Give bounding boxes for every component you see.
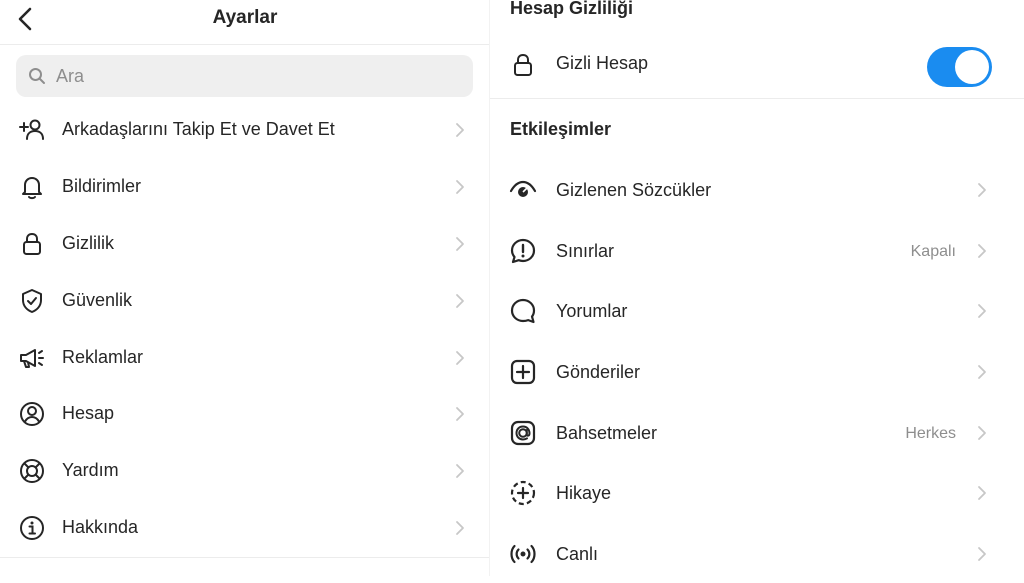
section-title-interactions: Etkileşimler <box>510 119 612 139</box>
chevron-right-icon <box>456 521 464 535</box>
chevron-right-icon <box>456 351 464 365</box>
chevron-right-icon <box>456 123 464 137</box>
settings-item-help[interactable]: Yardım <box>0 443 490 499</box>
live-icon <box>508 539 538 569</box>
settings-item-label: Bildirimler <box>62 176 142 196</box>
settings-item-privacy[interactable]: Gizlilik <box>0 216 490 272</box>
settings-item-security[interactable]: Güvenlik <box>0 273 490 329</box>
add-person-icon <box>18 116 46 144</box>
settings-item-label: Güvenlik <box>62 290 133 310</box>
private-account-toggle[interactable] <box>927 47 992 87</box>
section-title-privacy: Hesap Gizliliği <box>510 0 634 18</box>
chevron-right-icon <box>978 486 986 500</box>
settings-item-label: Reklamlar <box>62 347 144 367</box>
bell-icon <box>18 173 46 201</box>
interaction-item-limits[interactable]: Sınırlar Kapalı <box>490 222 1024 280</box>
chevron-right-icon <box>978 183 986 197</box>
interaction-item-label: Bahsetmeler <box>556 423 658 443</box>
interaction-item-mentions[interactable]: Bahsetmeler Herkes <box>490 404 1024 462</box>
header: Ayarlar <box>0 0 490 45</box>
interaction-item-label: Sınırlar <box>556 241 615 261</box>
page-title: Ayarlar <box>212 7 278 28</box>
chevron-right-icon <box>978 365 986 379</box>
settings-item-label: Gizlilik <box>62 233 114 253</box>
interaction-item-comments[interactable]: Yorumlar <box>490 282 1024 340</box>
settings-panel: Ayarlar Arkadaşlarını Takip Et ve Davet … <box>0 0 490 576</box>
chevron-right-icon <box>978 547 986 561</box>
interaction-item-label: Gönderiler <box>556 362 641 382</box>
chevron-right-icon <box>456 180 464 194</box>
interaction-item-posts[interactable]: Gönderiler <box>490 343 1024 401</box>
settings-item-follow-invite[interactable]: Arkadaşlarını Takip Et ve Davet Et <box>0 102 490 158</box>
interaction-item-live[interactable]: Canlı <box>490 525 1024 583</box>
search-icon <box>29 68 45 84</box>
private-account-label: Gizli Hesap <box>556 53 649 73</box>
info-icon <box>18 514 46 542</box>
toggle-knob <box>955 50 989 84</box>
add-square-icon <box>508 357 538 387</box>
settings-item-label: Hesap <box>62 403 115 423</box>
interaction-item-value: Herkes <box>905 425 956 442</box>
chevron-right-icon <box>978 304 986 318</box>
divider <box>490 98 1024 99</box>
limits-alert-icon <box>508 236 538 266</box>
lifebuoy-icon <box>18 457 46 485</box>
chevron-right-icon <box>978 244 986 258</box>
chevron-right-icon <box>978 426 986 440</box>
at-icon <box>508 418 538 448</box>
chevron-right-icon <box>456 464 464 478</box>
interaction-item-hidden-words[interactable]: Gizlenen Sözcükler <box>490 161 1024 219</box>
lock-icon <box>18 230 46 258</box>
interaction-item-label: Gizlenen Sözcükler <box>556 180 712 200</box>
chevron-right-icon <box>456 294 464 308</box>
search-input[interactable] <box>54 64 438 88</box>
interaction-item-label: Yorumlar <box>556 301 628 321</box>
megaphone-icon <box>18 344 46 372</box>
chevron-right-icon <box>456 237 464 251</box>
settings-item-about[interactable]: Hakkında <box>0 500 490 556</box>
interaction-item-value: Kapalı <box>910 243 956 260</box>
hidden-eye-icon <box>508 175 538 205</box>
account-circle-icon <box>18 400 46 428</box>
settings-item-account[interactable]: Hesap <box>0 386 490 442</box>
privacy-panel: Hesap Gizliliği Gizli Hesap Etkileşimler… <box>490 0 1024 576</box>
settings-item-notifications[interactable]: Bildirimler <box>0 159 490 215</box>
settings-item-label: Yardım <box>62 460 119 480</box>
divider <box>0 557 490 558</box>
story-add-icon <box>508 478 538 508</box>
settings-item-label: Arkadaşlarını Takip Et ve Davet Et <box>62 119 335 139</box>
settings-item-label: Hakkında <box>62 517 139 537</box>
shield-check-icon <box>18 287 46 315</box>
interaction-item-story[interactable]: Hikaye <box>490 464 1024 522</box>
comment-icon <box>508 296 538 326</box>
interaction-item-label: Canlı <box>556 544 599 564</box>
lock-icon <box>508 50 538 80</box>
interaction-item-label: Hikaye <box>556 483 612 503</box>
search-bar[interactable] <box>16 55 473 97</box>
chevron-right-icon <box>456 407 464 421</box>
settings-item-ads[interactable]: Reklamlar <box>0 330 490 386</box>
